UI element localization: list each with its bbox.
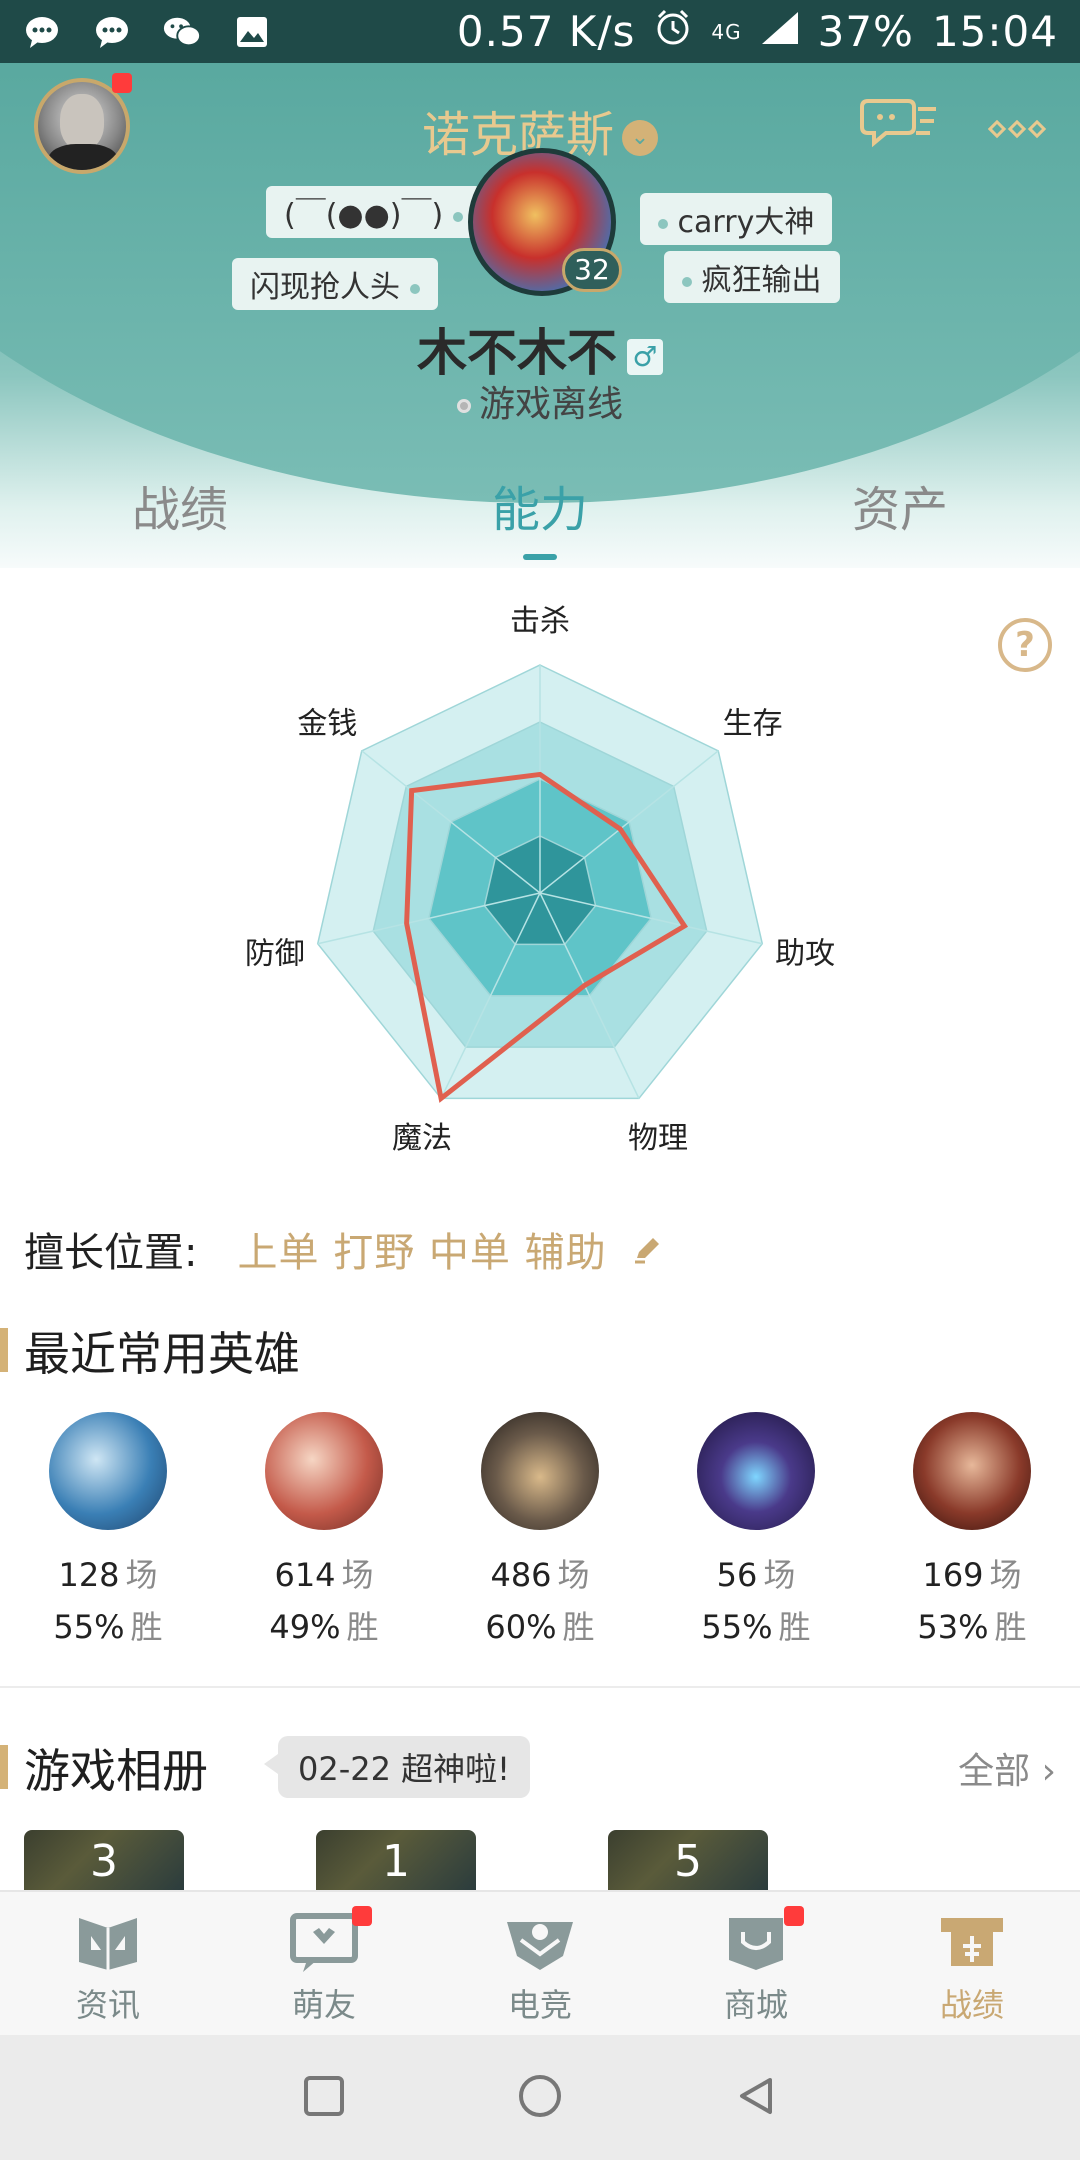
- hero-winrate: 55%: [53, 1608, 125, 1646]
- personal-tag: 疯狂输出: [664, 251, 840, 303]
- nav-record[interactable]: 战绩: [864, 1892, 1080, 2035]
- album-thumbnail[interactable]: 1: [316, 1830, 476, 1890]
- tab-assets[interactable]: 资产: [720, 470, 1080, 565]
- home-button[interactable]: [516, 2072, 564, 2124]
- radar-axis-label: 防御: [245, 937, 305, 972]
- personal-tag: (￣(●●)￣): [266, 186, 481, 238]
- hero-games: 128: [58, 1556, 120, 1594]
- friends-icon: [287, 1910, 361, 1974]
- status-bar: 0.57 K/s 4G 37% 15:04: [0, 0, 1080, 63]
- tab-ability[interactable]: 能力: [360, 470, 720, 565]
- nav-esports[interactable]: 电竞: [432, 1892, 648, 2035]
- hero-winrate: 55%: [701, 1608, 773, 1646]
- wechat-icon: [162, 12, 202, 52]
- notification-badge: [112, 73, 132, 93]
- game-album-title: 游戏相册: [0, 1735, 208, 1801]
- esports-icon: [503, 1910, 577, 1974]
- player-name: 木不木不: [417, 324, 617, 382]
- hero-portrait[interactable]: [481, 1412, 599, 1530]
- personal-tag: 闪现抢人头: [232, 258, 438, 310]
- hero-card[interactable]: 486 场 60% 胜: [432, 1412, 648, 1648]
- radar-axis-label: 生存: [723, 706, 783, 741]
- recent-apps-button[interactable]: [302, 2074, 346, 2122]
- positions-values: 上单 打野 中单 辅助: [237, 1230, 607, 1276]
- hero-card[interactable]: 56 场 55% 胜: [648, 1412, 864, 1648]
- nav-shop[interactable]: 商城: [648, 1892, 864, 2035]
- hero-winrate: 53%: [917, 1608, 989, 1646]
- hero-games: 56: [716, 1556, 758, 1594]
- personal-tag: carry大神: [640, 193, 833, 245]
- status-dot-icon: [456, 399, 471, 413]
- notification-badge: [784, 1906, 804, 1926]
- news-icon: [71, 1910, 145, 1974]
- back-button[interactable]: [734, 2074, 778, 2122]
- album-thumbnails: 3 1 5: [24, 1830, 768, 1890]
- record-icon: [935, 1910, 1009, 1974]
- hero-card[interactable]: 614 场 49% 胜: [216, 1412, 432, 1648]
- signal-icon: [760, 7, 800, 56]
- hero-portrait[interactable]: [913, 1412, 1031, 1530]
- hero-games: 169: [922, 1556, 984, 1594]
- preferred-positions: 擅长位置: 上单 打野 中单 辅助: [24, 1220, 665, 1278]
- shop-icon: [719, 1910, 793, 1974]
- gender-male-icon: ♂: [627, 338, 663, 375]
- chevron-down-icon: ⌄: [622, 120, 658, 156]
- message-icon: [22, 12, 62, 52]
- album-thumbnail[interactable]: 3: [24, 1830, 184, 1890]
- hero-portrait[interactable]: [265, 1412, 383, 1530]
- section-divider: [0, 1686, 1080, 1688]
- network-speed: 0.57 K/s: [456, 7, 636, 56]
- chat-icon[interactable]: [860, 95, 940, 151]
- album-highlight-bubble[interactable]: 02-22 超神啦!: [264, 1736, 530, 1798]
- clock: 15:04: [931, 7, 1058, 56]
- nav-friends[interactable]: 萌友: [216, 1892, 432, 2035]
- nav-news[interactable]: 资讯: [0, 1892, 216, 2035]
- radar-axis-label: 助攻: [775, 937, 835, 972]
- online-status: 游戏离线: [0, 375, 1080, 427]
- album-thumbnail[interactable]: 5: [608, 1830, 768, 1890]
- level-badge: 32: [562, 248, 622, 292]
- network-type: 4G: [711, 19, 742, 44]
- hero-games: 614: [274, 1556, 336, 1594]
- hero-winrate: 60%: [485, 1608, 557, 1646]
- radar-axis-label: 击杀: [510, 604, 570, 639]
- hero-card[interactable]: 169 场 53% 胜: [864, 1412, 1080, 1648]
- notification-badge: [352, 1906, 372, 1926]
- tab-record[interactable]: 战绩: [0, 470, 360, 565]
- edit-pencil-icon[interactable]: [619, 1230, 666, 1276]
- bottom-navigation: 资讯 萌友 电竞 商城 战绩: [0, 1890, 1080, 2035]
- more-options-icon[interactable]: [987, 113, 1048, 148]
- gallery-icon: [232, 12, 272, 52]
- album-view-all[interactable]: 全部 ›: [958, 1742, 1056, 1794]
- profile-tabs: 战绩 能力 资产: [0, 470, 1080, 565]
- hero-winrate: 49%: [269, 1608, 341, 1646]
- hero-portrait[interactable]: [697, 1412, 815, 1530]
- hero-card[interactable]: 128 场 55% 胜: [0, 1412, 216, 1648]
- alarm-icon: [653, 7, 693, 57]
- recent-heroes-title: 最近常用英雄: [0, 1318, 300, 1384]
- ability-radar-chart: 击杀生存助攻物理 魔法 防御 金钱: [245, 604, 835, 1156]
- positions-label: 擅长位置:: [24, 1230, 198, 1276]
- hero-portrait[interactable]: [49, 1412, 167, 1530]
- battery-level: 37%: [817, 7, 914, 56]
- hero-games: 486: [490, 1556, 552, 1594]
- radar-axis-label: 金钱: [297, 706, 357, 741]
- chevron-right-icon: ›: [1041, 1751, 1056, 1792]
- system-navigation-bar: [0, 2035, 1080, 2160]
- message-icon: [92, 12, 132, 52]
- recent-heroes-list: 128 场 55% 胜 614 场 49% 胜 486 场 60% 胜 56 场 55% 胜 1…: [0, 1412, 1080, 1648]
- radar-axis-label: 物理: [628, 1121, 688, 1156]
- radar-axis-label: 魔法: [392, 1121, 452, 1156]
